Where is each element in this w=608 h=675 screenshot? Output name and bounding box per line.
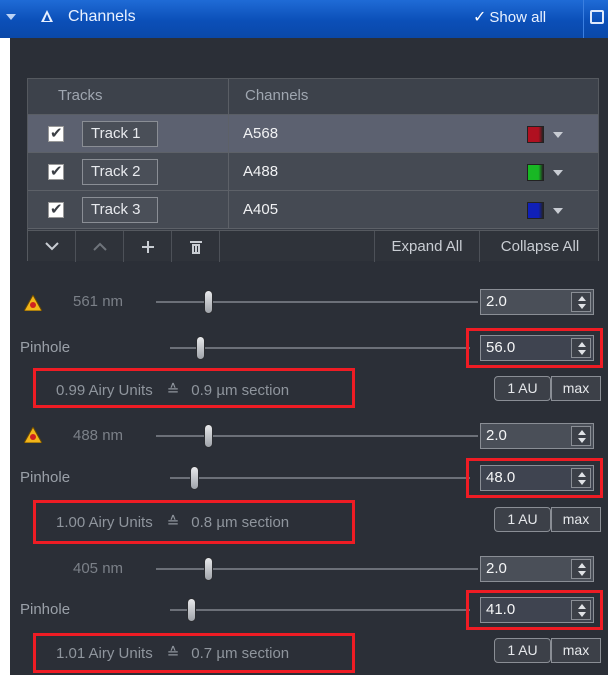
tracks-table: Tracks Channels Track 1 A568 Track 2 A48…	[27, 78, 600, 262]
airy-highlight-box	[33, 633, 355, 673]
pinhole-highlight-box	[466, 590, 603, 630]
pinhole-slider-handle[interactable]	[196, 336, 205, 360]
plus-icon	[141, 240, 154, 253]
expand-all-button[interactable]: Expand All	[374, 231, 480, 262]
pinhole-label: Pinhole	[20, 469, 71, 486]
track-name-field[interactable]: Track 2	[82, 159, 158, 185]
channel-color-swatch[interactable]	[527, 126, 544, 143]
chevron-down-icon[interactable]	[553, 132, 563, 138]
pinhole-label: Pinhole	[20, 601, 71, 618]
channel-color-swatch[interactable]	[527, 164, 544, 181]
table-header: Tracks Channels	[28, 79, 598, 115]
pinhole-slider-handle[interactable]	[190, 466, 199, 490]
checkbox-icon	[590, 10, 604, 24]
laser-wavelength: 405 nm	[73, 560, 124, 577]
airy-highlight-box	[33, 500, 355, 544]
pinhole-highlight-box	[466, 328, 603, 368]
stepper-arrows-icon[interactable]	[571, 426, 591, 446]
pinhole-label: Pinhole	[20, 339, 71, 356]
laser-wavelength: 488 nm	[73, 427, 124, 444]
column-header-tracks: Tracks	[58, 87, 103, 104]
channel-name: A488	[243, 163, 279, 180]
laser-power-value[interactable]: 2.0	[486, 293, 507, 310]
max-button[interactable]: max	[551, 376, 601, 401]
check-icon: ✓	[473, 9, 487, 26]
pinhole-slider-track[interactable]	[170, 347, 470, 349]
laser-power-value[interactable]: 2.0	[486, 427, 507, 444]
panel-title: Channels	[68, 8, 136, 25]
show-all-label: Show all	[489, 8, 547, 26]
table-toolbar: Expand All Collapse All	[28, 230, 600, 262]
laser-warning-icon	[24, 427, 42, 443]
add-track-button[interactable]	[124, 231, 172, 262]
stepper-arrows-icon[interactable]	[571, 559, 591, 579]
one-au-button[interactable]: 1 AU	[494, 507, 551, 532]
channels-tool-icon	[41, 10, 53, 22]
laser-power-stepper[interactable]: 2.0	[480, 556, 594, 582]
collapse-arrow-icon[interactable]	[6, 14, 16, 20]
laser-power-stepper[interactable]: 2.0	[480, 289, 594, 315]
one-au-button[interactable]: 1 AU	[494, 638, 551, 663]
delete-track-button[interactable]	[172, 231, 220, 262]
laser-power-stepper[interactable]: 2.0	[480, 423, 594, 449]
chevron-up-icon	[92, 242, 107, 251]
max-button[interactable]: max	[551, 507, 601, 532]
expand-row-button[interactable]	[28, 231, 76, 262]
track-name-field[interactable]: Track 1	[82, 121, 158, 147]
track-checkbox[interactable]	[48, 124, 64, 142]
laser-wavelength: 561 nm	[73, 293, 124, 310]
airy-highlight-box	[33, 368, 355, 408]
track-checkbox[interactable]	[48, 200, 64, 218]
pinhole-slider-track[interactable]	[170, 609, 470, 611]
column-header-channels: Channels	[245, 87, 309, 104]
track-name-field[interactable]: Track 3	[82, 197, 158, 223]
table-row[interactable]: Track 2 A488	[28, 153, 598, 191]
panel-options-button[interactable]	[583, 0, 608, 38]
channels-panel-header[interactable]: Channels ✓ Show all	[0, 0, 608, 38]
chevron-down-icon[interactable]	[553, 170, 563, 176]
chevron-down-icon	[44, 242, 59, 251]
laser-power-slider-handle[interactable]	[203, 557, 213, 581]
collapse-row-button[interactable]	[76, 231, 124, 262]
table-row[interactable]: Track 1 A568	[28, 115, 598, 153]
one-au-button[interactable]: 1 AU	[494, 376, 551, 401]
laser-power-slider-handle[interactable]	[203, 424, 213, 448]
channel-color-swatch[interactable]	[527, 202, 544, 219]
chevron-down-icon[interactable]	[553, 208, 563, 214]
channel-name: A568	[243, 125, 279, 142]
laser-power-slider-handle[interactable]	[203, 290, 213, 314]
pinhole-slider-track[interactable]	[170, 477, 470, 479]
track-checkbox[interactable]	[48, 162, 64, 180]
collapse-all-button[interactable]: Collapse All	[480, 231, 600, 262]
trash-icon	[189, 240, 202, 254]
stepper-arrows-icon[interactable]	[571, 292, 591, 312]
table-row[interactable]: Track 3 A405	[28, 191, 598, 229]
laser-power-value[interactable]: 2.0	[486, 560, 507, 577]
pinhole-highlight-box	[466, 458, 603, 498]
channel-name: A405	[243, 201, 279, 218]
pinhole-slider-handle[interactable]	[187, 598, 196, 622]
laser-warning-icon	[24, 295, 42, 311]
max-button[interactable]: max	[551, 638, 601, 663]
show-all-toggle[interactable]: ✓ Show all	[473, 7, 546, 27]
